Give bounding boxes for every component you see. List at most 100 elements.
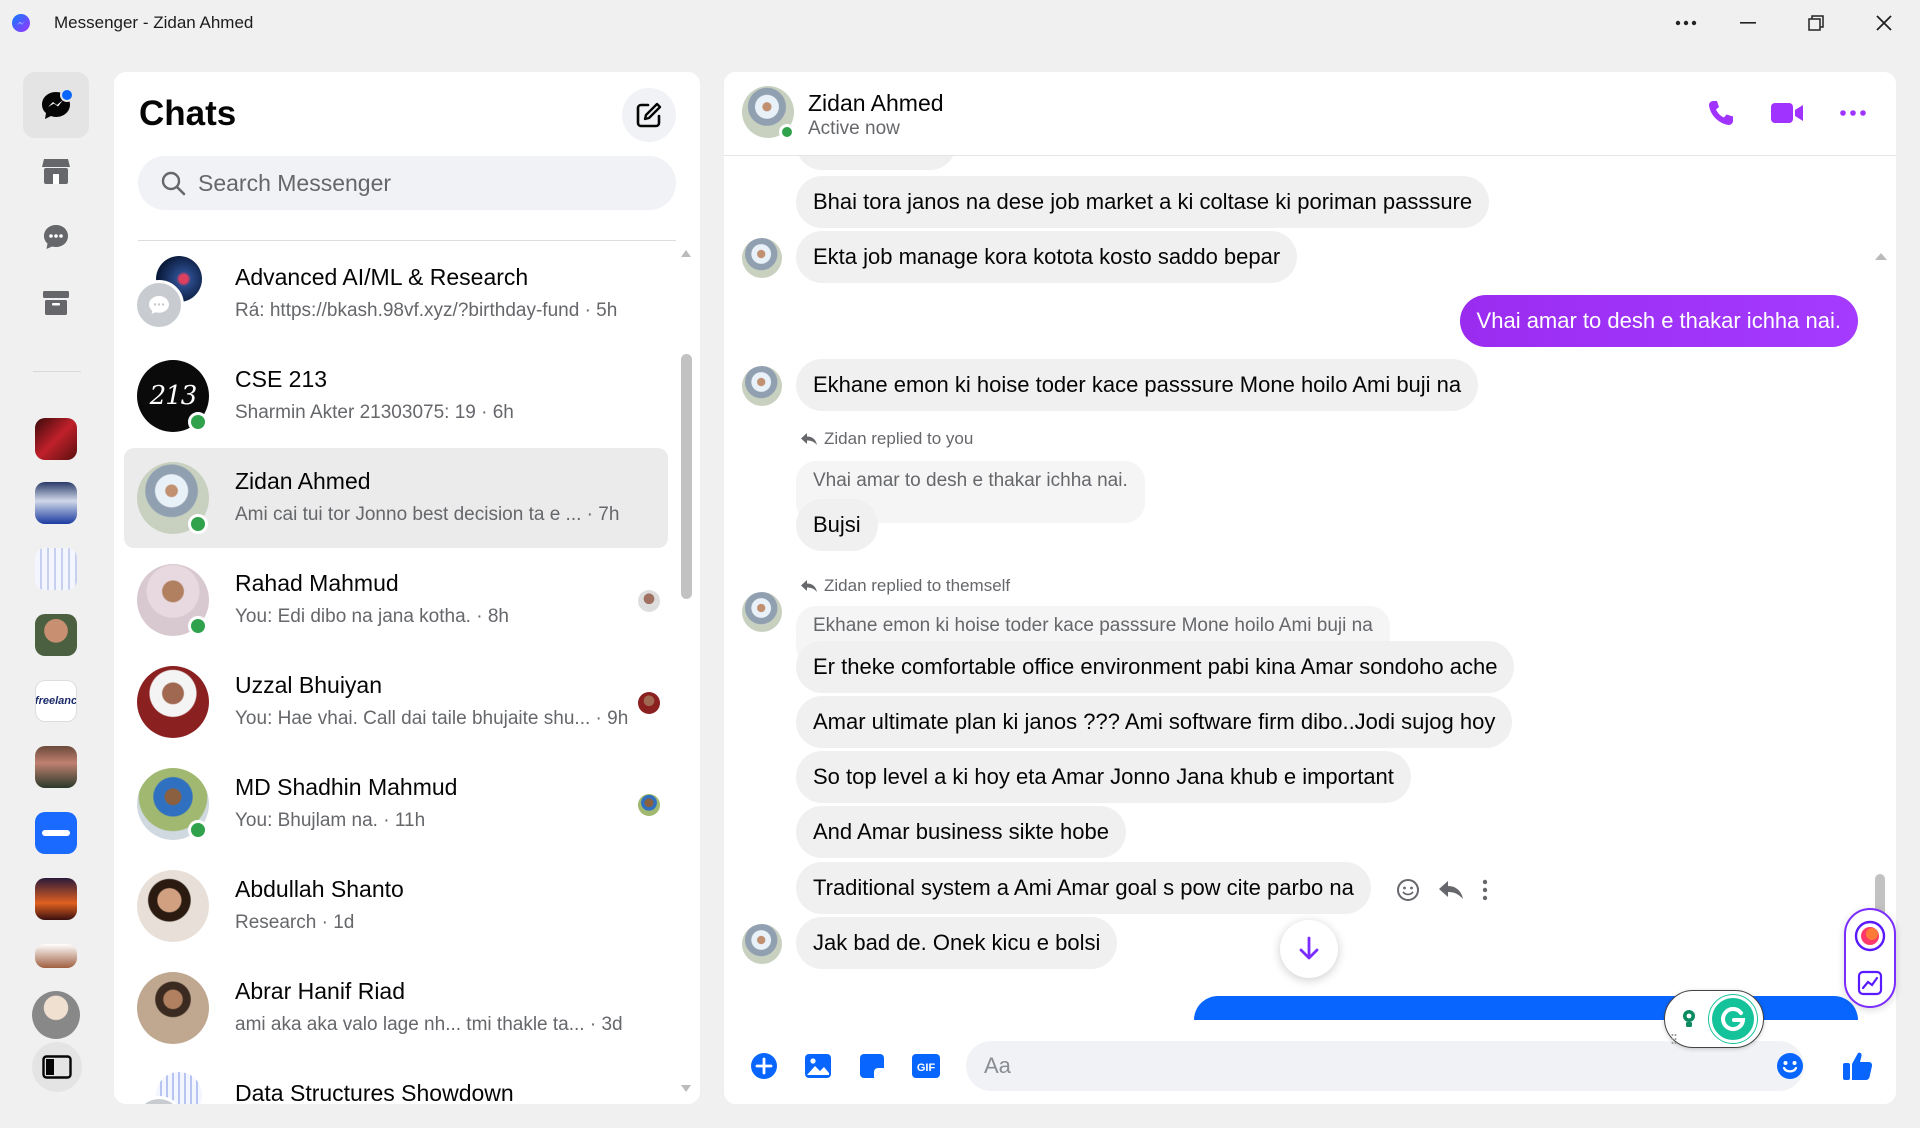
chat-name: Abrar Hanif Riad xyxy=(235,978,406,1004)
sticker-button[interactable] xyxy=(850,1044,894,1088)
more-options-button[interactable] xyxy=(1654,0,1718,46)
grammarly-logo-icon xyxy=(1854,920,1886,952)
my-message-bubble[interactable]: Vhai amar to desh e thakar ichha nai. xyxy=(1459,295,1858,347)
message-bubble[interactable]: Traditional system a Ami Amar goal s pow… xyxy=(796,862,1371,914)
chat-preview: Sharmin Akter 21303075: 19 · 6h xyxy=(235,402,514,423)
sender-avatar[interactable] xyxy=(742,238,782,278)
message-bubble[interactable]: And Amar business sikte hobe xyxy=(796,806,1126,858)
marketplace-icon xyxy=(42,159,70,184)
chat-item-advanced-ai-ml[interactable]: Advanced AI/ML & Research Rá: https://bk… xyxy=(124,244,668,344)
chats-panel: Chats Advanced AI/ML & Research Rá: http… xyxy=(114,72,700,1104)
audio-call-button[interactable] xyxy=(1698,90,1744,136)
chat-name: Data Structures Showdown xyxy=(235,1080,514,1104)
conversation-info-button[interactable] xyxy=(1830,90,1876,136)
sender-avatar[interactable] xyxy=(742,592,782,632)
profile-avatar[interactable] xyxy=(32,991,80,1039)
community-avatar[interactable] xyxy=(35,418,77,460)
chat-preview: Research · 1d xyxy=(235,912,355,933)
message-bubble[interactable]: Jak bad de. Onek kicu e bolsi xyxy=(796,917,1118,969)
message-more-button[interactable] xyxy=(1482,879,1488,906)
community-avatar[interactable] xyxy=(35,812,77,854)
message-bubble[interactable]: Ekhane emon ki hoise toder kace passsure… xyxy=(796,359,1479,411)
scroll-up-arrow-icon xyxy=(681,250,691,257)
grammarly-sidebar-widget[interactable] xyxy=(1844,908,1896,1008)
new-message-button[interactable] xyxy=(622,88,676,142)
search-bar[interactable] xyxy=(138,156,676,210)
chat-item-cse-213[interactable]: 213 CSE 213 Sharmin Akter 21303075: 19 ·… xyxy=(124,346,668,446)
rail-archive-button[interactable] xyxy=(23,270,89,336)
reply-arrow-icon xyxy=(801,580,817,592)
chat-item-md-shadhin-mahmud[interactable]: MD Shadhin Mahmud You: Bhujlam na. · 11h xyxy=(124,754,668,854)
message-input[interactable] xyxy=(984,1053,1684,1079)
minimize-button[interactable] xyxy=(1716,0,1780,46)
chat-item-data-structures-showdown[interactable]: Data Structures Showdown xyxy=(124,1060,668,1104)
reply-label: Zidan replied to you xyxy=(824,429,974,448)
react-button[interactable] xyxy=(1396,878,1420,907)
message-bubble[interactable]: Bujsi xyxy=(796,499,878,551)
chat-name: Rahad Mahmud xyxy=(235,570,399,596)
emoji-button[interactable] xyxy=(1768,1044,1812,1088)
phone-icon xyxy=(1709,101,1733,125)
message-bubble[interactable]: Amar ultimate plan ki janos ??? Ami soft… xyxy=(796,696,1513,748)
rail-requests-button[interactable] xyxy=(23,204,89,270)
chat-name: Abdullah Shanto xyxy=(235,876,404,902)
chat-list-scroll-thumb[interactable] xyxy=(681,354,692,599)
online-indicator xyxy=(188,514,208,534)
video-camera-icon xyxy=(1771,103,1803,123)
chat-preview: You: Hae vhai. Call dai taile bhujaite s… xyxy=(235,708,629,729)
grammarly-g-icon xyxy=(1709,995,1757,1043)
contact-name[interactable]: Zidan Ahmed xyxy=(808,90,944,117)
community-avatar[interactable] xyxy=(35,614,77,656)
insights-chart-icon xyxy=(1857,970,1883,996)
message-bubble[interactable]: So top level a ki hoy eta Amar Jonno Jan… xyxy=(796,751,1411,803)
gif-icon: GIF xyxy=(912,1054,940,1078)
thumbs-up-icon xyxy=(1843,1052,1873,1080)
drag-handle-icon xyxy=(1671,1034,1677,1044)
message-bubble[interactable]: Ekta job manage kora kotota kosto saddo … xyxy=(796,231,1298,283)
conversation-scroll-up[interactable] xyxy=(1874,248,1888,266)
reply-indicator: Zidan replied to themself xyxy=(800,576,1010,596)
chat-item-abdullah-shanto[interactable]: Abdullah Shanto Research · 1d xyxy=(124,856,668,956)
emoji-icon xyxy=(1777,1053,1803,1079)
video-call-button[interactable] xyxy=(1764,90,1810,136)
freelancer-community-avatar[interactable]: freelanc xyxy=(35,680,77,722)
rail-marketplace-button[interactable] xyxy=(23,138,89,204)
community-avatar[interactable] xyxy=(35,746,77,788)
message-input-container[interactable] xyxy=(966,1041,1804,1091)
online-indicator xyxy=(188,820,208,840)
reply-label: Zidan replied to themself xyxy=(824,576,1011,595)
search-input[interactable] xyxy=(198,169,618,197)
restore-button[interactable] xyxy=(1784,0,1848,46)
sender-avatar[interactable] xyxy=(742,924,782,964)
vertical-dots-icon xyxy=(1482,879,1488,901)
attach-photo-button[interactable] xyxy=(796,1044,840,1088)
chat-item-abrar-hanif-riad[interactable]: Abrar Hanif Riad ami aka aka valo lage n… xyxy=(124,958,668,1058)
conversation-header: Zidan Ahmed Active now xyxy=(724,72,1896,156)
close-button[interactable] xyxy=(1852,0,1916,46)
community-avatar[interactable] xyxy=(35,878,77,920)
chat-avatar xyxy=(137,870,209,942)
seen-avatar xyxy=(638,794,660,816)
grammarly-widget[interactable] xyxy=(1664,990,1764,1048)
reply-button[interactable] xyxy=(1438,880,1464,905)
more-actions-button[interactable] xyxy=(742,1044,786,1088)
chat-avatar xyxy=(137,972,209,1044)
message-bubble[interactable]: Er theke comfortable office environment … xyxy=(796,641,1515,693)
sender-avatar[interactable] xyxy=(742,366,782,406)
chat-item-rahad-mahmud[interactable]: Rahad Mahmud You: Edi dibo na jana kotha… xyxy=(124,550,668,650)
gif-button[interactable]: GIF xyxy=(904,1044,948,1088)
chat-name: CSE 213 xyxy=(235,366,328,392)
rail-chats-button[interactable] xyxy=(23,72,89,138)
toggle-sidebar-button[interactable] xyxy=(32,1042,82,1092)
community-avatar[interactable] xyxy=(35,944,77,968)
community-avatar[interactable] xyxy=(35,482,77,524)
chat-item-zidan-ahmed[interactable]: Zidan Ahmed Ami cai tui tor Jonno best d… xyxy=(124,448,668,548)
chat-item-uzzal-bhuiyan[interactable]: Uzzal Bhuiyan You: Hae vhai. Call dai ta… xyxy=(124,652,668,752)
message-bubble[interactable]: Bhai tora janos na dese job market a ki … xyxy=(796,176,1490,228)
scroll-to-bottom-button[interactable] xyxy=(1280,920,1338,978)
sidebar-icon xyxy=(42,1055,72,1079)
archive-icon xyxy=(43,291,69,315)
community-avatar[interactable] xyxy=(35,548,77,590)
send-like-button[interactable] xyxy=(1836,1044,1880,1088)
search-icon xyxy=(161,171,186,196)
